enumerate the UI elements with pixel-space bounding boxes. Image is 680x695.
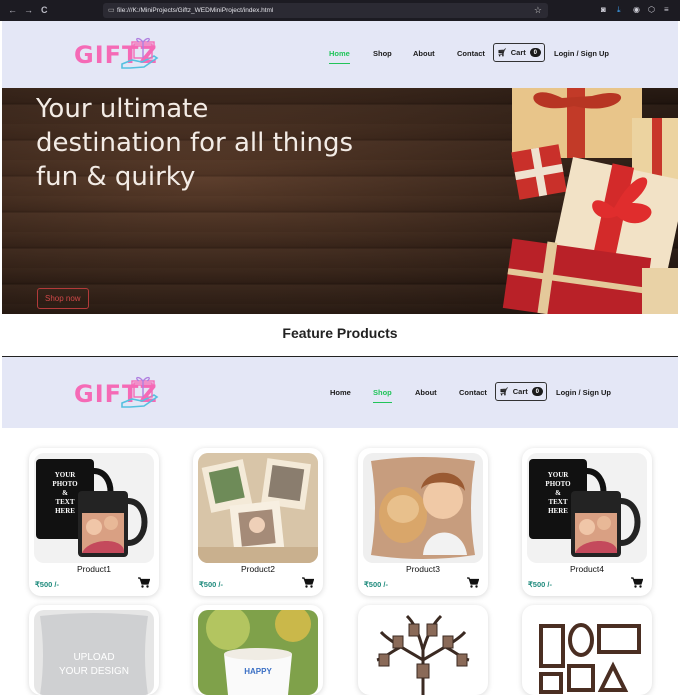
product-card[interactable]	[522, 605, 652, 695]
reload-icon[interactable]: C	[41, 5, 48, 15]
product-image-family-tree	[363, 610, 483, 695]
mug-text-1: YOUR	[55, 471, 77, 479]
product-name: Product1	[76, 564, 112, 574]
product-name: Product3	[405, 564, 441, 574]
hero-banner: Your ultimate destination for all things…	[2, 88, 678, 314]
nav-shop[interactable]: Shop	[373, 49, 392, 58]
forward-icon[interactable]: →	[24, 5, 33, 15]
cart-icon: 🛒︎	[499, 387, 509, 396]
mug-text-3: &	[555, 489, 561, 497]
add-to-cart-icon[interactable]	[138, 577, 150, 588]
product-card[interactable]: Product2 ₹500 /-	[193, 448, 323, 596]
add-to-cart-icon[interactable]	[631, 577, 643, 588]
address-bar[interactable]: ▭ file:///K:/MiniProjects/Giftz_WEDMiniP…	[103, 3, 548, 18]
product-price: ₹500 /-	[364, 580, 388, 589]
cart-count-badge: 0	[529, 48, 541, 57]
upload-text-2: YOUR DESIGN	[59, 666, 129, 677]
mug-text-1: YOUR	[548, 471, 570, 479]
product-image-happy-mug: HAPPY	[198, 610, 318, 695]
product-image-box	[198, 453, 318, 563]
product-card[interactable]: HAPPY	[193, 605, 323, 695]
bookmark-star-icon[interactable]: ☆	[534, 5, 542, 16]
url-text[interactable]: file:///K:/MiniProjects/Giftz_WEDMiniPro…	[117, 7, 273, 14]
cart-icon: 🛒︎	[497, 48, 507, 57]
product-name: Product2	[240, 564, 276, 574]
mug-text-5: HERE	[548, 507, 568, 515]
product-image-upload-cushion: UPLOAD YOUR DESIGN	[34, 610, 154, 695]
gift-logo-icon	[121, 376, 159, 408]
add-to-cart-icon[interactable]	[302, 577, 314, 588]
product-card[interactable]: YOUR PHOTO & TEXT HERE Product1 ₹500 /-	[29, 448, 159, 596]
nav-about[interactable]: About	[415, 388, 437, 397]
nav-shop[interactable]: Shop	[373, 388, 392, 403]
pocket-icon[interactable]: ◙	[601, 5, 606, 14]
browser-toolbar: ← → C ▭ file:///K:/MiniProjects/Giftz_WE…	[0, 0, 680, 21]
cart-count-badge: 0	[531, 387, 543, 396]
mug-text-4: TEXT	[548, 498, 567, 506]
gift-logo-icon	[121, 37, 159, 69]
product-card[interactable]: UPLOAD YOUR DESIGN	[29, 605, 159, 695]
nav-contact[interactable]: Contact	[459, 388, 487, 397]
product-price: ₹500 /-	[528, 580, 552, 589]
product-name: Product4	[569, 564, 605, 574]
mug-text-4: TEXT	[55, 498, 74, 506]
product-image-mug: YOUR PHOTO & TEXT HERE	[34, 453, 154, 563]
hero-title: Your ultimate destination for all things…	[36, 94, 354, 192]
cart-label: Cart	[512, 387, 528, 396]
shop-now-button[interactable]: Shop now	[37, 288, 89, 309]
extensions-icon[interactable]: ⬡	[648, 5, 655, 14]
product-image-cushion	[363, 453, 483, 563]
mug-text-2: PHOTO	[545, 480, 571, 488]
product-image-wall-frames	[527, 610, 647, 695]
product-price: ₹500 /-	[35, 580, 59, 589]
nav-home[interactable]: Home	[330, 388, 351, 397]
product-price: ₹500 /-	[199, 580, 223, 589]
menu-icon[interactable]: ≡	[664, 5, 669, 14]
nav-home[interactable]: Home	[329, 49, 350, 64]
download-icon[interactable]: ⤓	[617, 5, 621, 15]
nav-contact[interactable]: Contact	[457, 49, 485, 58]
product-card[interactable]: YOUR PHOTO & TEXT HERE Product4 ₹500 /-	[522, 448, 652, 596]
cart-button[interactable]: 🛒︎ Cart 0	[493, 43, 545, 62]
mug-text-3: &	[62, 489, 68, 497]
nav-about[interactable]: About	[413, 49, 435, 58]
product-card[interactable]	[358, 605, 488, 695]
feature-products-heading: Feature Products	[282, 325, 398, 341]
back-icon[interactable]: ←	[8, 5, 17, 15]
happy-text: HAPPY	[244, 667, 272, 676]
page-icon: ▭	[108, 7, 115, 14]
account-icon[interactable]: ◉	[633, 5, 640, 14]
nav-login[interactable]: Login / Sign Up	[556, 388, 611, 397]
site-header-shop: GIFTZ Home Shop About Contact 🛒︎ Cart 0 …	[2, 357, 678, 428]
site-header-home: GIFTZ Home Shop About Contact 🛒︎ Cart 0 …	[2, 21, 678, 88]
cart-label: Cart	[510, 48, 526, 57]
product-image-mug: YOUR PHOTO & TEXT HERE	[527, 453, 647, 563]
mug-text-5: HERE	[55, 507, 75, 515]
nav-login[interactable]: Login / Sign Up	[554, 49, 609, 58]
add-to-cart-icon[interactable]	[467, 577, 479, 588]
cart-button[interactable]: 🛒︎ Cart 0	[495, 382, 547, 401]
upload-text-1: UPLOAD	[73, 652, 114, 663]
product-card[interactable]: Product3 ₹500 /-	[358, 448, 488, 596]
mug-text-2: PHOTO	[52, 480, 78, 488]
